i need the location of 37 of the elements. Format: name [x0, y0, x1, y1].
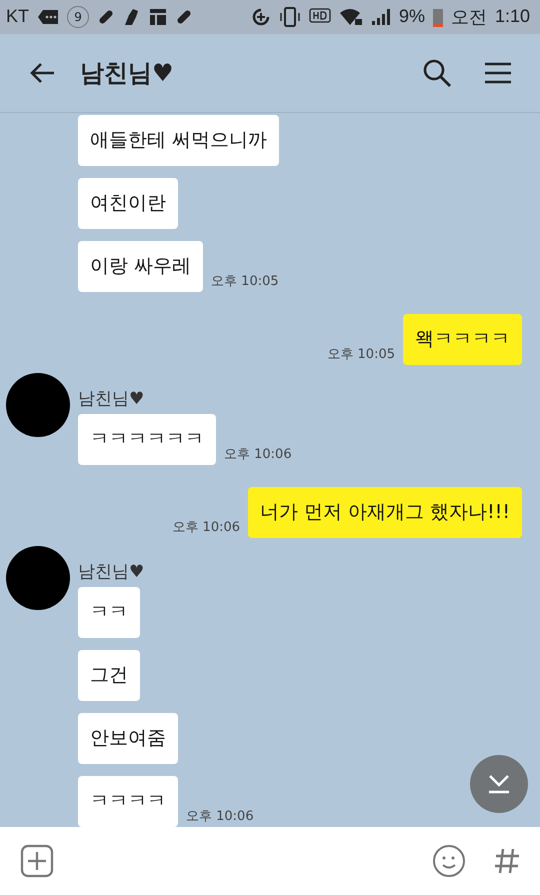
- message-time: 오후 10:06: [186, 808, 254, 825]
- message-time: 오후 10:06: [224, 446, 292, 463]
- battery-icon: [432, 6, 443, 27]
- message-bubble: 여친이란: [78, 178, 178, 229]
- sender-name: 남친님♥: [78, 560, 146, 583]
- back-icon[interactable]: [28, 60, 56, 85]
- battery-percent: 9%: [398, 6, 425, 28]
- search-icon[interactable]: [422, 58, 452, 88]
- grid-icon: [149, 8, 168, 26]
- signal-icon: [370, 8, 391, 26]
- message-bubble: 안보여줌: [78, 712, 178, 764]
- carrier-label: KT: [6, 6, 30, 28]
- clock: 1:10: [494, 6, 530, 28]
- message-bubble: ㅋㅋㅋㅋㅋㅋ: [78, 414, 216, 465]
- message-time: 오후 10:05: [327, 346, 395, 363]
- ampm-label: 오전: [450, 6, 487, 29]
- message-bubble: 그건: [78, 650, 140, 701]
- vibrate-icon: [278, 6, 301, 27]
- message-bubble: 너가 먼저 아재개그 했자나!!!: [248, 486, 522, 538]
- notification-count: 9: [67, 6, 90, 28]
- wifi-icon: [338, 8, 363, 26]
- emoji-icon[interactable]: [432, 844, 466, 878]
- hash-icon[interactable]: [494, 846, 520, 875]
- chat-title: 남친님♥: [80, 58, 174, 89]
- menu-icon[interactable]: [484, 60, 512, 85]
- message-bubble: 이랑 싸우레: [78, 240, 204, 292]
- message-bubble: ㅋㅋ: [78, 586, 140, 638]
- message-bubble: ㅋㅋㅋㅋ: [78, 776, 178, 827]
- message-time: 오후 10:06: [172, 518, 240, 536]
- message-bubble: 왝ㅋㅋㅋㅋ: [403, 314, 522, 365]
- scroll-down-icon: [487, 772, 511, 795]
- data-saver-icon: [250, 6, 271, 27]
- add-icon[interactable]: [20, 844, 54, 878]
- message-time: 오후 10:05: [211, 272, 279, 290]
- message-bubble: 애들한테 써먹으니까: [78, 114, 280, 166]
- sender-name: 남친님♥: [78, 388, 146, 410]
- message-icon: [37, 8, 60, 25]
